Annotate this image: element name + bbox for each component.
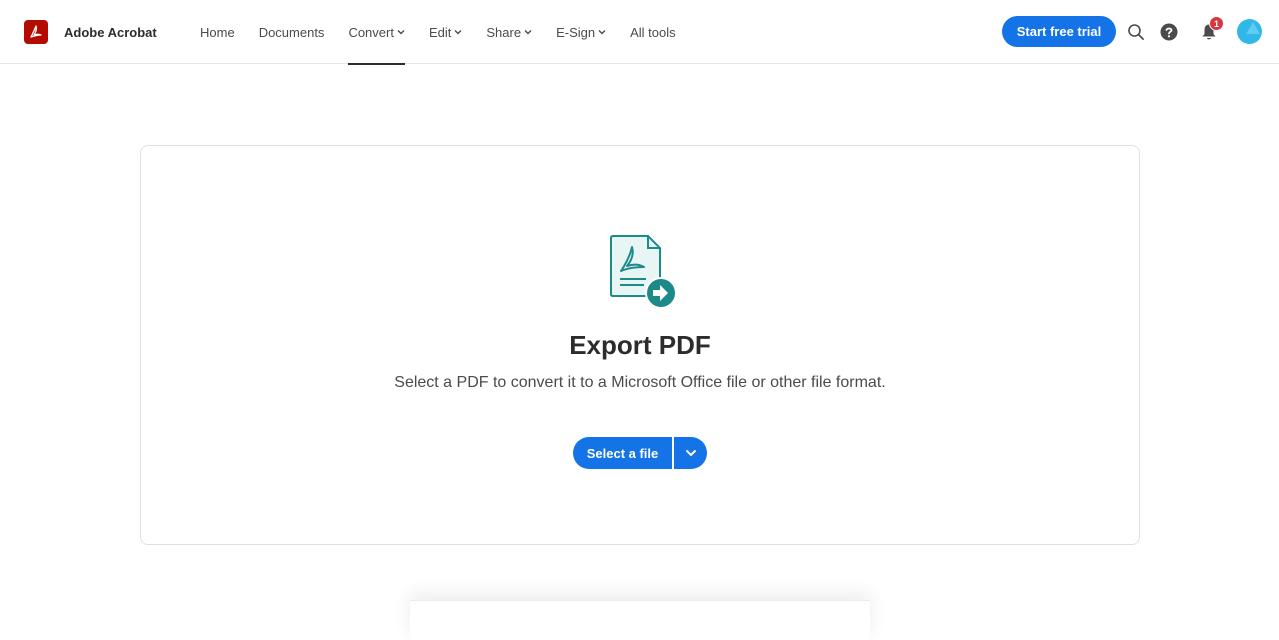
select-file-options-button[interactable]: [674, 437, 707, 469]
top-nav-bar: Adobe Acrobat Home Documents Convert Edi…: [0, 0, 1279, 65]
help-button[interactable]: [1159, 22, 1179, 42]
nav-label: Convert: [348, 24, 394, 40]
nav-convert[interactable]: Convert: [348, 0, 405, 65]
chevron-down-icon: [524, 30, 532, 35]
select-file-button[interactable]: Select a file: [573, 437, 672, 469]
start-free-trial-button[interactable]: Start free trial: [1002, 16, 1116, 47]
nav-label: Share: [486, 24, 522, 40]
chevron-down-icon: [685, 450, 696, 457]
chevron-down-icon: [598, 30, 606, 35]
avatar[interactable]: [1237, 19, 1262, 44]
nav-all-tools[interactable]: All tools: [630, 0, 676, 64]
nav-home[interactable]: Home: [200, 0, 235, 64]
nav-edit[interactable]: Edit: [429, 0, 462, 64]
acrobat-logo-icon: [24, 20, 48, 44]
nav-label: All tools: [630, 24, 676, 40]
export-pdf-icon: [610, 235, 677, 309]
nav-label: Edit: [428, 24, 452, 40]
lower-panel: [410, 600, 870, 640]
search-icon: [1128, 24, 1144, 40]
nav-documents[interactable]: Documents: [259, 0, 325, 64]
nav-label: E-Sign: [556, 24, 596, 40]
notification-badge: 1: [1209, 16, 1224, 31]
page-title: Export PDF: [569, 330, 711, 360]
nav-esign[interactable]: E-Sign: [556, 0, 606, 64]
nav-label: Home: [200, 24, 235, 40]
nav-label: Documents: [258, 24, 325, 40]
main-nav: Home Documents Convert Edit Share E-Sign…: [200, 0, 700, 65]
brand-name: Adobe Acrobat: [64, 24, 157, 40]
page-subtitle: Select a PDF to convert it to a Microsof…: [394, 374, 886, 391]
select-file-group: Select a file: [573, 437, 707, 469]
nav-share[interactable]: Share: [486, 0, 532, 64]
help-icon: [1160, 23, 1178, 41]
brand[interactable]: Adobe Acrobat: [24, 20, 157, 44]
chevron-down-icon: [454, 30, 462, 35]
export-pdf-card: Export PDF Select a PDF to convert it to…: [140, 145, 1140, 545]
search-button[interactable]: [1126, 22, 1146, 42]
chevron-down-icon: [397, 30, 405, 35]
